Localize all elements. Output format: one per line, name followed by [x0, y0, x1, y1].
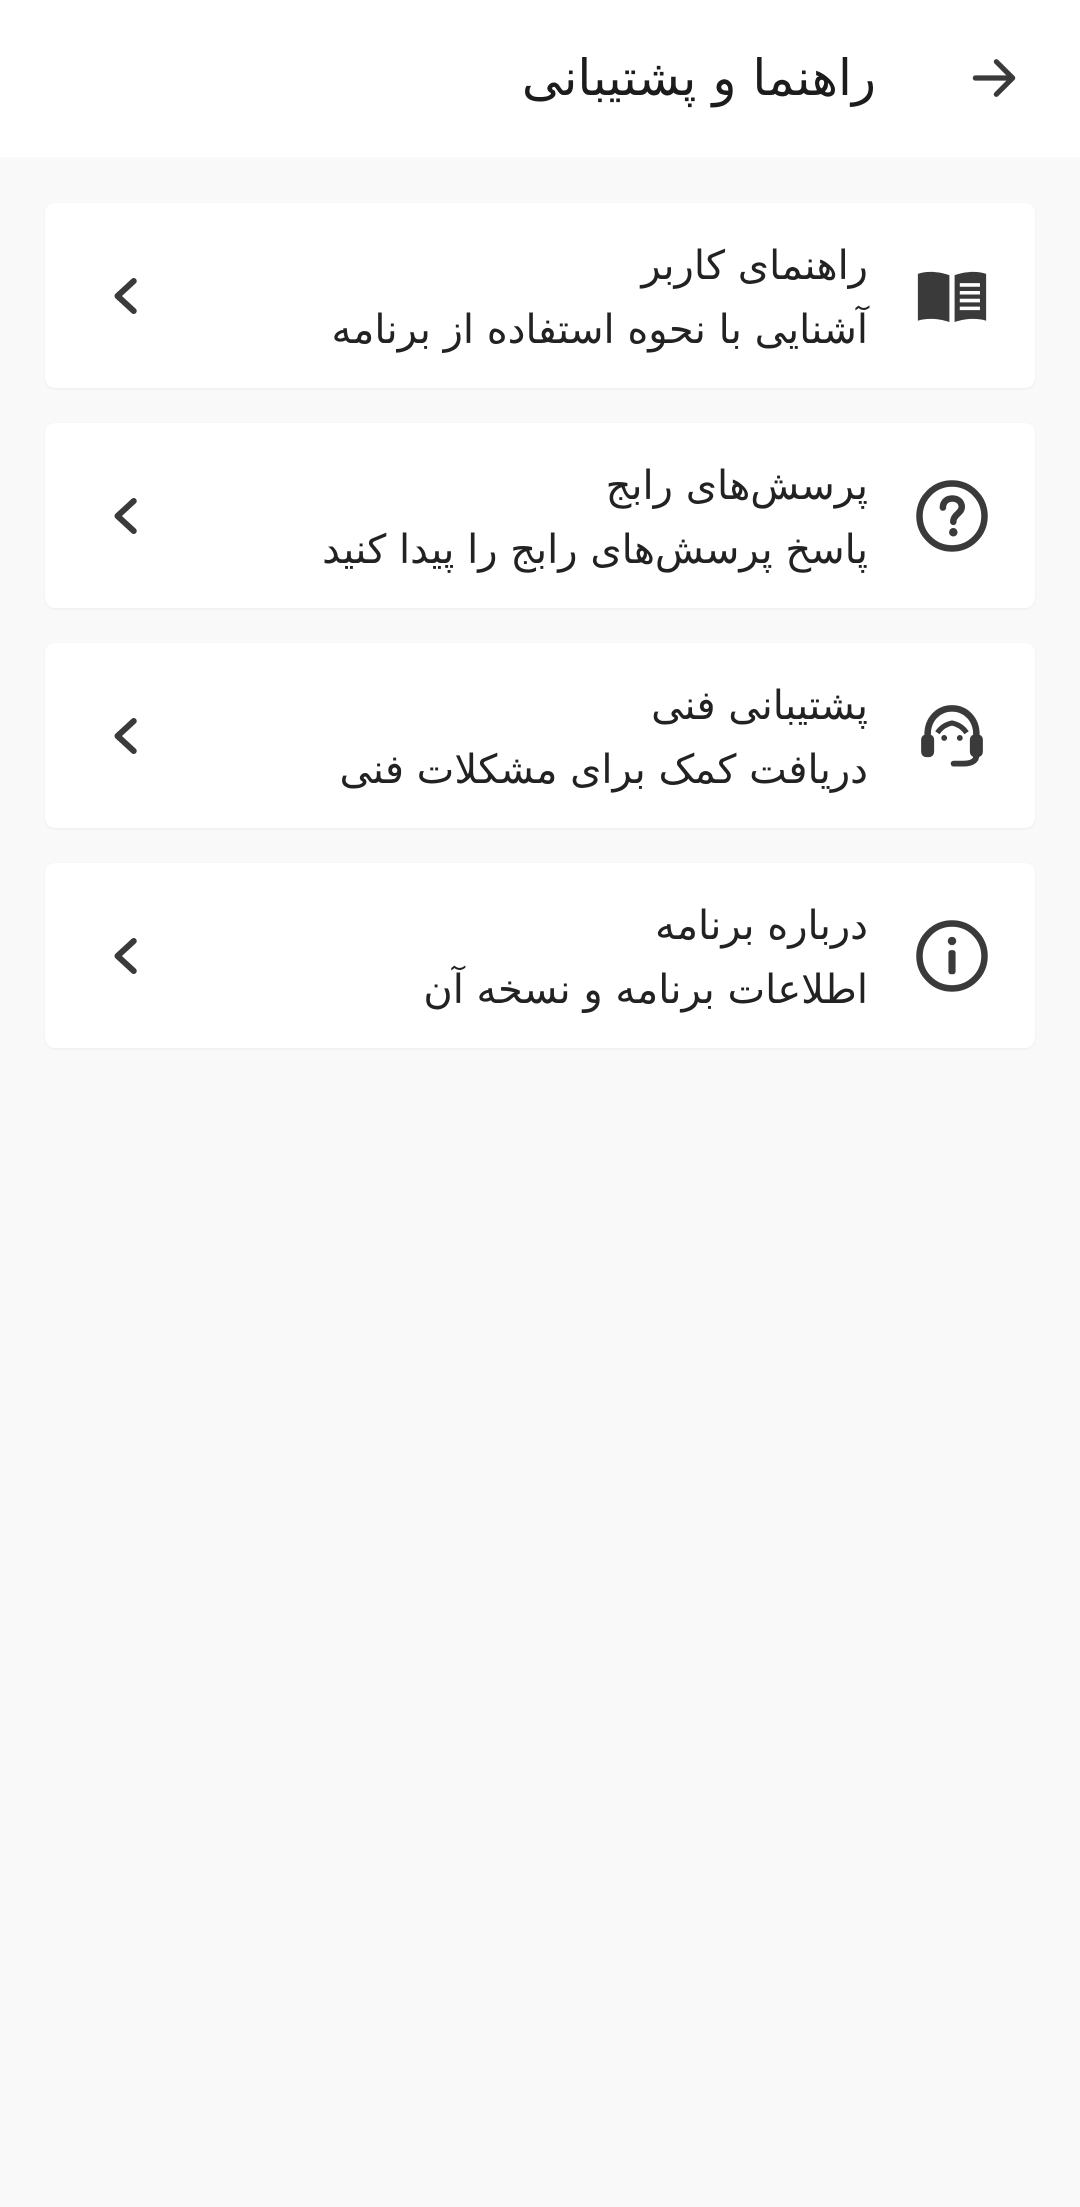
menu-item-title: درباره برنامه	[655, 903, 868, 949]
menu-item-user-guide[interactable]: راهنمای کاربر آشنایی با نحوه استفاده از …	[45, 203, 1035, 388]
chevron-left-icon	[105, 936, 145, 976]
chevron-left-icon	[105, 276, 145, 316]
menu-item-title: پشتیبانی فنی	[651, 683, 868, 729]
support-agent-icon	[909, 693, 995, 779]
info-circle-icon	[909, 913, 995, 999]
back-button[interactable]	[956, 40, 1032, 116]
menu-list: راهنمای کاربر آشنایی با نحوه استفاده از …	[45, 203, 1035, 1083]
menu-item-subtitle: پاسخ پرسش‌های رابج را پیدا کنید	[322, 527, 868, 573]
arrow-right-icon	[972, 59, 1016, 97]
page-title: راهنما و پشتیبانی	[521, 49, 876, 107]
menu-item-title: راهنمای کاربر	[641, 243, 868, 289]
question-circle-icon	[909, 473, 995, 559]
chevron-left-icon	[105, 716, 145, 756]
menu-item-faq[interactable]: پرسش‌های رابج پاسخ پرسش‌های رابج را پیدا…	[45, 423, 1035, 608]
menu-item-subtitle: آشنایی با نحوه استفاده از برنامه	[331, 307, 868, 353]
menu-item-title: پرسش‌های رابج	[605, 463, 868, 509]
menu-item-about[interactable]: درباره برنامه اطلاعات برنامه و نسخه آن	[45, 863, 1035, 1048]
menu-item-subtitle: دریافت کمک برای مشکلات فنی	[339, 747, 868, 793]
menu-item-subtitle: اطلاعات برنامه و نسخه آن	[423, 967, 868, 1013]
chevron-left-icon	[105, 496, 145, 536]
menu-item-technical-support[interactable]: پشتیبانی فنی دریافت کمک برای مشکلات فنی	[45, 643, 1035, 828]
app-bar: راهنما و پشتیبانی	[0, 0, 1080, 157]
book-icon	[909, 253, 995, 339]
